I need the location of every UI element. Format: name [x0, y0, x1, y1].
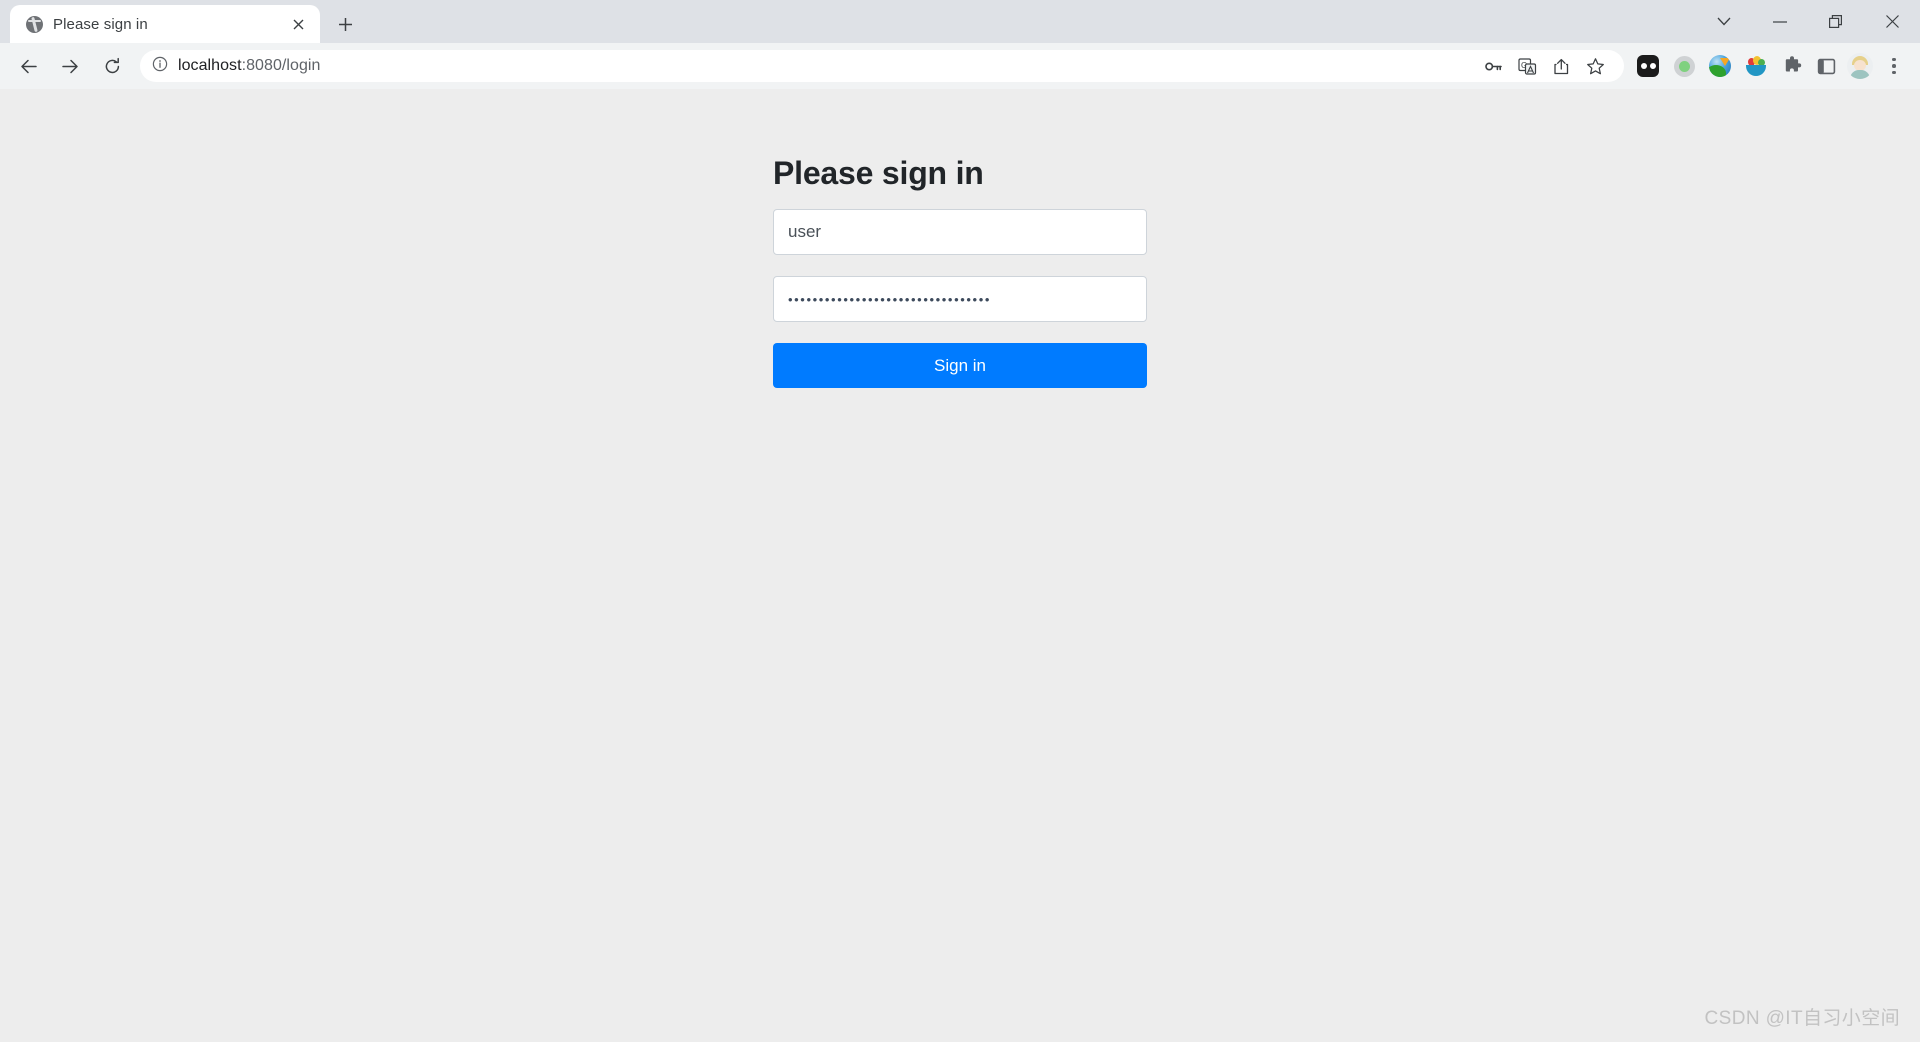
- extensions-puzzle-icon[interactable]: [1776, 50, 1808, 82]
- globe-icon: [26, 15, 43, 33]
- url-host: localhost: [178, 57, 242, 74]
- browser-toolbar: localhost:8080/login G: [0, 43, 1920, 89]
- extension-bowl-icon[interactable]: [1740, 50, 1772, 82]
- back-button[interactable]: [11, 49, 45, 83]
- extension-idm-icon[interactable]: [1704, 50, 1736, 82]
- share-icon[interactable]: [1546, 52, 1576, 80]
- window-controls: [1696, 0, 1920, 43]
- extension-ring-icon[interactable]: [1668, 50, 1700, 82]
- reload-button[interactable]: [95, 49, 129, 83]
- tab-strip: Please sign in: [0, 0, 1920, 43]
- browser-window: Please sign in localhost:8080/login G Pl…: [0, 0, 1920, 1042]
- password-input[interactable]: •••••••••••••••••••••••••••••••••: [773, 276, 1147, 323]
- tab-search-button[interactable]: [1696, 0, 1752, 43]
- toolbar-end: [1810, 50, 1910, 82]
- sign-in-button[interactable]: Sign in: [773, 343, 1147, 389]
- minimize-button[interactable]: [1752, 0, 1808, 43]
- omnibox-actions: G: [1478, 52, 1610, 80]
- url-path: :8080/login: [241, 57, 321, 74]
- browser-tab[interactable]: Please sign in: [10, 5, 320, 43]
- translate-icon[interactable]: G: [1512, 52, 1542, 80]
- address-bar-url: localhost:8080/login: [178, 57, 320, 75]
- address-bar[interactable]: localhost:8080/login G: [140, 50, 1624, 82]
- forward-button[interactable]: [53, 49, 87, 83]
- extension-dots-icon[interactable]: [1632, 50, 1664, 82]
- maximize-button[interactable]: [1808, 0, 1864, 43]
- login-form: Please sign in user ••••••••••••••••••••…: [773, 89, 1147, 389]
- password-manager-icon[interactable]: [1478, 52, 1508, 80]
- info-circle-icon[interactable]: [152, 56, 168, 77]
- page-title: Please sign in: [773, 155, 984, 191]
- bookmark-star-icon[interactable]: [1580, 52, 1610, 80]
- chrome-menu-icon[interactable]: [1878, 50, 1910, 82]
- close-tab-icon[interactable]: [286, 12, 310, 36]
- watermark: CSDN @IT自习小空间: [1704, 1008, 1900, 1029]
- profile-avatar[interactable]: [1844, 50, 1876, 82]
- page-viewport: Please sign in user ••••••••••••••••••••…: [0, 89, 1920, 1042]
- extension-icons: [1632, 50, 1808, 82]
- new-tab-button[interactable]: [328, 7, 362, 41]
- username-input[interactable]: user: [773, 209, 1147, 256]
- side-panel-icon[interactable]: [1810, 50, 1842, 82]
- close-window-button[interactable]: [1864, 0, 1920, 43]
- tab-title: Please sign in: [53, 15, 148, 33]
